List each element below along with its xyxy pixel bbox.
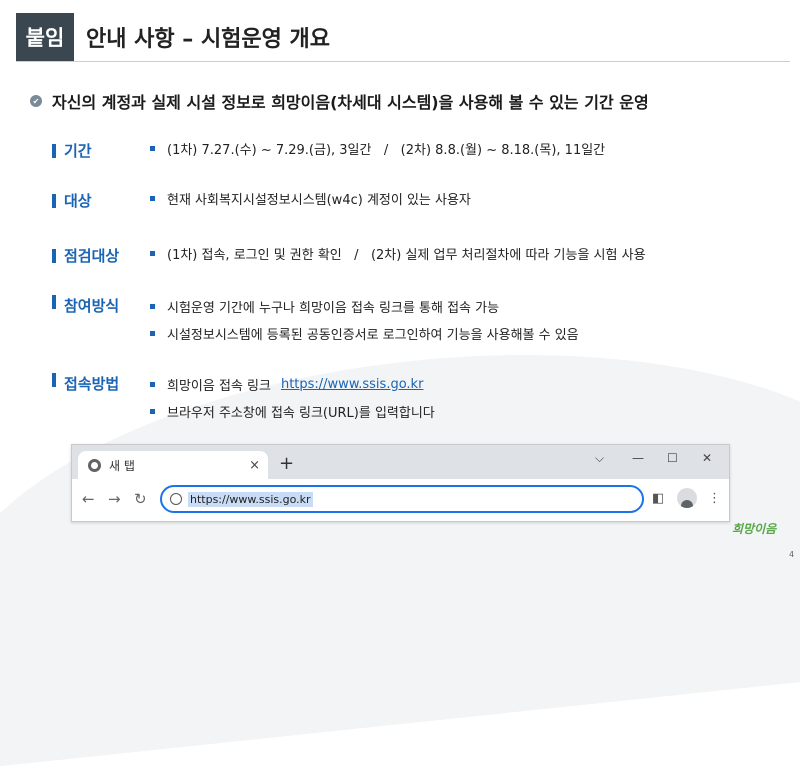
section-period: 기간 (1차) 7.27.(수) ~ 7.29.(금), 3일간 / (2차) … xyxy=(52,137,605,164)
header-divider xyxy=(16,61,790,62)
maximize-button[interactable]: ☐ xyxy=(667,451,678,465)
slide-title: 안내 사항 – 시험운영 개요 xyxy=(86,27,331,52)
label-bar-icon xyxy=(52,295,56,309)
tab-close-icon[interactable]: × xyxy=(249,458,260,473)
minimize-button[interactable]: — xyxy=(632,451,644,465)
chrome-icon xyxy=(88,458,101,472)
section-label: 점검대상 xyxy=(52,242,147,269)
headline-text: 자신의 계정과 실제 시설 정보로 희망이음(차세대 시스템)을 사용해 볼 수… xyxy=(52,93,649,112)
section-participation: 참여방식 시험운영 기간에 누구나 희망이음 접속 링크를 통해 접속 가능 시… xyxy=(52,295,579,349)
square-bullet-icon xyxy=(150,145,155,151)
list-item: (1차) 접속, 로그인 및 권한 확인 / (2차) 실제 업무 처리절차에 … xyxy=(147,242,646,264)
square-bullet-icon xyxy=(150,303,155,309)
side-panel-icon[interactable]: ◧ xyxy=(652,491,664,506)
list-item: (1차) 7.27.(수) ~ 7.29.(금), 3일간 / (2차) 8.8… xyxy=(147,137,605,159)
new-tab-button[interactable]: + xyxy=(279,453,294,474)
site-info-icon[interactable] xyxy=(170,493,182,505)
label-bar-icon xyxy=(52,373,56,387)
menu-dots-icon[interactable]: ⋮ xyxy=(708,491,721,506)
chevron-down-icon[interactable]: ⌵ xyxy=(595,451,604,466)
list-item: 현재 사회복지시설정보시스템(w4c) 계정이 있는 사용자 xyxy=(147,187,471,209)
access-link[interactable]: https://www.ssis.go.kr xyxy=(281,377,423,392)
headline: ✔ 자신의 계정과 실제 시설 정보로 희망이음(차세대 시스템)을 사용해 볼… xyxy=(30,89,649,113)
list-item: 시설정보시스템에 등록된 공동인증서로 로그인하여 기능을 사용해볼 수 있음 xyxy=(147,322,579,344)
square-bullet-icon xyxy=(150,195,155,201)
label-bar-icon xyxy=(52,248,56,263)
profile-avatar[interactable] xyxy=(677,488,697,508)
tab-title: 새 탭 xyxy=(109,458,135,473)
back-arrow-icon[interactable]: ← xyxy=(82,490,95,508)
slide-header: 붙임 안내 사항 – 시험운영 개요 xyxy=(16,13,330,61)
label-bar-icon xyxy=(52,193,56,208)
label-bar-icon xyxy=(52,143,56,158)
address-bar[interactable]: https://www.ssis.go.kr xyxy=(160,485,644,513)
browser-window: 새 탭 × + ⌵ — ☐ ✕ ← → ↻ https://www.ssis.g… xyxy=(71,444,730,522)
reload-icon[interactable]: ↻ xyxy=(134,490,147,508)
attachment-badge: 붙임 xyxy=(16,13,74,61)
square-bullet-icon xyxy=(150,408,155,414)
section-label: 참여방식 xyxy=(52,295,147,317)
section-label: 기간 xyxy=(52,137,147,164)
address-bar-url[interactable]: https://www.ssis.go.kr xyxy=(188,491,313,507)
list-item: 희망이음 접속 링크 https://www.ssis.go.kr xyxy=(147,373,435,395)
square-bullet-icon xyxy=(150,250,155,256)
section-label: 대상 xyxy=(52,187,147,214)
section-target: 대상 현재 사회복지시설정보시스템(w4c) 계정이 있는 사용자 xyxy=(52,187,471,214)
tab-new[interactable]: 새 탭 × xyxy=(78,451,268,479)
page-number: 4 xyxy=(789,550,795,559)
tab-bar: 새 탭 × + ⌵ — ☐ ✕ xyxy=(72,445,729,479)
browser-toolbar: ← → ↻ https://www.ssis.go.kr ◧ ⋮ xyxy=(72,479,729,521)
square-bullet-icon xyxy=(150,381,155,387)
section-scope: 점검대상 (1차) 접속, 로그인 및 권한 확인 / (2차) 실제 업무 처… xyxy=(52,242,646,269)
check-circle-icon: ✔ xyxy=(30,95,42,107)
square-bullet-icon xyxy=(150,330,155,336)
close-window-button[interactable]: ✕ xyxy=(702,451,712,465)
brand-logo: 희망이음 xyxy=(732,522,777,536)
section-label: 접속방법 xyxy=(52,373,147,395)
section-access: 접속방법 희망이음 접속 링크 https://www.ssis.go.kr 브라… xyxy=(52,373,435,427)
forward-arrow-icon[interactable]: → xyxy=(108,490,121,508)
list-item: 시험운영 기간에 누구나 희망이음 접속 링크를 통해 접속 가능 xyxy=(147,295,579,317)
list-item: 브라우저 주소창에 접속 링크(URL)를 입력합니다 xyxy=(147,400,435,422)
